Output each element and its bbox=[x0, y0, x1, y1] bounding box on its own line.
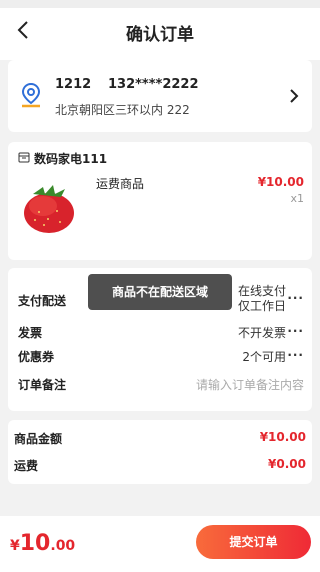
product-name[interactable]: 运费商品 bbox=[96, 175, 144, 192]
price-summary-card: 商品金额 ¥10.00 运费 ¥0.00 bbox=[8, 420, 312, 484]
submit-order-button[interactable]: 提交订单 bbox=[196, 525, 311, 559]
checkout-bar: ¥10.00 提交订单 bbox=[0, 516, 320, 572]
goods-amount-value: ¥10.00 bbox=[259, 430, 306, 444]
freight-label: 运费 bbox=[14, 459, 39, 473]
chevron-right-icon[interactable] bbox=[288, 88, 300, 104]
page-header: 确认订单 bbox=[0, 0, 320, 60]
invoice-label: 发票 bbox=[18, 326, 43, 340]
payment-delivery-label: 支付配送 bbox=[18, 294, 67, 308]
coupon-label: 优惠券 bbox=[18, 350, 55, 364]
currency-symbol: ¥ bbox=[10, 538, 20, 554]
address-detail: 北京朝阳区三环以内 222 bbox=[55, 103, 190, 117]
total-price: ¥10.00 bbox=[10, 531, 75, 556]
store-card: 数码家电111 运费商品 ¥10.00 x1 bbox=[8, 142, 312, 260]
shop-icon bbox=[18, 152, 30, 163]
invoice-value: 不开发票 bbox=[237, 326, 286, 340]
shop-name: 数码家电111 bbox=[34, 152, 108, 166]
total-integer: 10 bbox=[19, 531, 51, 556]
coupon-value: 2个可用 bbox=[242, 350, 286, 364]
total-decimal: .00 bbox=[50, 538, 76, 554]
more-dots-icon[interactable]: ··· bbox=[287, 324, 304, 338]
goods-amount-label: 商品金额 bbox=[14, 432, 63, 446]
product-quantity: x1 bbox=[290, 192, 304, 205]
more-dots-icon[interactable]: ··· bbox=[287, 291, 304, 305]
order-remark-input[interactable]: 请输入订单备注内容 bbox=[196, 376, 304, 393]
product-price: ¥10.00 bbox=[257, 175, 304, 189]
payment-method-text: 在线支付 bbox=[237, 284, 286, 298]
address-card[interactable]: 1212 132****2222 北京朝阳区三环以内 222 bbox=[8, 60, 312, 132]
freight-row: 运费 ¥0.00 bbox=[14, 457, 306, 474]
order-remark-label: 订单备注 bbox=[18, 378, 67, 392]
toast-message: 商品不在配送区域 bbox=[88, 274, 232, 310]
location-pin-icon bbox=[21, 82, 41, 108]
page-title: 确认订单 bbox=[126, 25, 194, 45]
delivery-time-text: 仅工作日 bbox=[237, 299, 286, 313]
order-remark-row: 订单备注 请输入订单备注内容 bbox=[18, 376, 304, 392]
more-dots-icon[interactable]: ··· bbox=[287, 348, 304, 362]
product-image[interactable] bbox=[15, 175, 89, 237]
coupon-row[interactable]: 优惠券 2个可用 ··· bbox=[18, 348, 304, 364]
freight-value: ¥0.00 bbox=[268, 457, 306, 471]
receiver-phone: 132****2222 bbox=[108, 77, 199, 92]
payment-delivery-value: 在线支付 仅工作日 bbox=[238, 284, 286, 314]
invoice-row[interactable]: 发票 不开发票 ··· bbox=[18, 324, 304, 340]
receiver-name: 1212 bbox=[55, 77, 92, 92]
goods-amount-row: 商品金额 ¥10.00 bbox=[14, 430, 306, 447]
